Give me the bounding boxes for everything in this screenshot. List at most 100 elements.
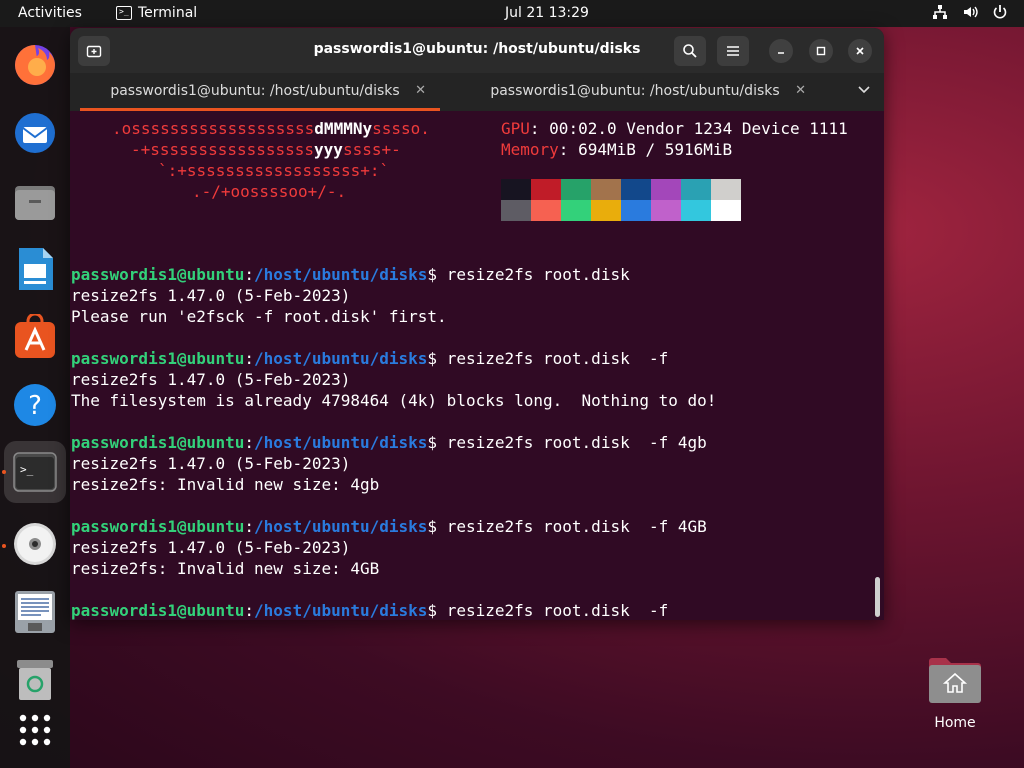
command-text: resize2fs root.disk -f 4GB: [446, 517, 707, 536]
prompt-symbol: $: [427, 265, 447, 284]
dock-files[interactable]: [10, 176, 60, 226]
files-icon: [15, 186, 55, 220]
prompt-separator: :: [244, 349, 255, 368]
prompt-path: /host/ubuntu/disks: [254, 517, 428, 536]
palette-swatch: [561, 200, 591, 221]
dock-firefox[interactable]: [10, 40, 60, 90]
search-button[interactable]: [674, 36, 706, 66]
minimize-button[interactable]: [769, 39, 793, 63]
help-icon: ?: [14, 384, 56, 426]
clock[interactable]: Jul 21 13:29: [0, 5, 1024, 21]
prompt-user: passwordis1@ubuntu: [71, 349, 245, 368]
palette-swatch: [711, 179, 741, 200]
dock-text-editor[interactable]: [10, 587, 60, 637]
dock-show-apps[interactable]: [10, 705, 60, 755]
prompt-line: passwordis1@ubuntu:/host/ubuntu/disks$ r…: [71, 265, 630, 285]
prompt-separator: :: [244, 433, 255, 452]
palette-swatch: [621, 179, 651, 200]
palette-swatch: [711, 200, 741, 221]
neofetch-logo-line: .osssssssssssssssssssdMMMNysssso.: [112, 119, 430, 138]
top-bar: Activities >_ Terminal Jul 21 13:29: [0, 0, 1024, 27]
prompt-path: /host/ubuntu/disks: [254, 601, 428, 620]
disc-icon: [14, 523, 56, 565]
terminal-window[interactable]: passwordis1@ubuntu: /host/ubuntu/disks p…: [70, 28, 884, 620]
palette-swatch: [561, 179, 591, 200]
palette-swatch: [681, 179, 711, 200]
hamburger-menu-icon: [727, 46, 739, 56]
dock: ? >_: [0, 27, 70, 768]
dock-terminal[interactable]: >_: [4, 441, 66, 503]
prompt-separator: :: [244, 601, 255, 620]
neofetch-logo-line: `:+ssssssssssssssssss+:`: [158, 161, 390, 180]
prompt-user: passwordis1@ubuntu: [71, 265, 245, 284]
firefox-icon: [15, 45, 55, 85]
tab-1[interactable]: passwordis1@ubuntu: /host/ubuntu/disks ✕: [70, 73, 440, 111]
palette-swatch: [591, 200, 621, 221]
output-line: resize2fs 1.47.0 (5-Feb-2023): [71, 538, 351, 557]
palette-swatch: [651, 179, 681, 200]
command-text: resize2fs root.disk -f 4gb: [446, 433, 707, 452]
prompt-line: passwordis1@ubuntu:/host/ubuntu/disks$ r…: [71, 433, 707, 453]
close-icon: [856, 47, 864, 55]
prompt-path: /host/ubuntu/disks: [254, 349, 428, 368]
dock-trash[interactable]: [10, 655, 60, 705]
close-tab-icon[interactable]: ✕: [415, 83, 426, 98]
output-line: resize2fs: Invalid new size: 4GB: [71, 559, 380, 578]
prompt-symbol: $: [427, 601, 447, 620]
title-bar[interactable]: passwordis1@ubuntu: /host/ubuntu/disks: [70, 28, 884, 73]
output-line: Please run 'e2fsck -f root.disk' first.: [71, 307, 447, 326]
volume-icon: [964, 6, 978, 18]
close-window-button[interactable]: [848, 39, 872, 63]
prompt-line: passwordis1@ubuntu:/host/ubuntu/disks$ r…: [71, 517, 707, 537]
show-apps-icon: [19, 714, 51, 746]
svg-text:?: ?: [28, 391, 42, 421]
system-tray[interactable]: [932, 4, 1008, 20]
tab-2[interactable]: passwordis1@ubuntu: /host/ubuntu/disks ✕: [450, 73, 820, 111]
prompt-user: passwordis1@ubuntu: [71, 433, 245, 452]
dock-help[interactable]: ?: [10, 380, 60, 430]
palette-swatch: [531, 179, 561, 200]
menu-button[interactable]: [717, 36, 749, 66]
prompt-path: /host/ubuntu/disks: [254, 433, 428, 452]
scrollbar-thumb[interactable]: [875, 577, 880, 617]
neofetch-logo-line: .-/+oossssoo+/-.: [192, 182, 347, 201]
libreoffice-writer-icon: [19, 248, 53, 290]
dock-thunderbird[interactable]: [10, 108, 60, 158]
tab-label: passwordis1@ubuntu: /host/ubuntu/disks: [490, 83, 780, 99]
command-text: resize2fs root.disk -f: [446, 601, 669, 620]
tab-label: passwordis1@ubuntu: /host/ubuntu/disks: [110, 83, 400, 99]
prompt-line: passwordis1@ubuntu:/host/ubuntu/disks$ r…: [71, 601, 668, 620]
output-line: The filesystem is already 4798464 (4k) b…: [71, 391, 717, 410]
desktop-home-folder[interactable]: Home: [920, 655, 990, 731]
prompt-separator: :: [244, 265, 255, 284]
text-editor-icon: [15, 591, 55, 633]
thunderbird-icon: [15, 113, 55, 153]
close-tab-icon[interactable]: ✕: [795, 83, 806, 98]
window-title: passwordis1@ubuntu: /host/ubuntu/disks: [313, 41, 641, 57]
terminal-content[interactable]: .osssssssssssssssssssdMMMNysssso. -+ssss…: [70, 111, 884, 620]
output-line: resize2fs 1.47.0 (5-Feb-2023): [71, 370, 351, 389]
output-line: resize2fs: Invalid new size: 4gb: [71, 475, 380, 494]
maximize-button[interactable]: [809, 39, 833, 63]
prompt-symbol: $: [427, 349, 447, 368]
trash-icon: [17, 660, 53, 700]
command-text: resize2fs root.disk -f: [446, 349, 669, 368]
tab-list-chevron-down-icon[interactable]: [858, 83, 870, 97]
prompt-path: /host/ubuntu/disks: [254, 265, 428, 284]
svg-text:>_: >_: [20, 463, 34, 476]
palette-swatch: [681, 200, 711, 221]
dock-writer[interactable]: [10, 244, 60, 294]
dock-disc[interactable]: [10, 519, 60, 569]
minimize-icon: [778, 52, 784, 54]
app-center-icon: [15, 314, 55, 358]
neofetch-info-gpu: GPU: 00:02.0 Vendor 1234 Device 1111: [501, 119, 848, 138]
dock-app-center[interactable]: [10, 312, 60, 362]
palette-swatch: [501, 179, 531, 200]
palette-swatch: [621, 200, 651, 221]
prompt-separator: :: [244, 517, 255, 536]
output-line: resize2fs 1.47.0 (5-Feb-2023): [71, 286, 351, 305]
neofetch-info-memory: Memory: 694MiB / 5916MiB: [501, 140, 733, 159]
tab-bar: passwordis1@ubuntu: /host/ubuntu/disks ✕…: [70, 73, 884, 111]
home-folder-icon: [927, 655, 983, 703]
network-icon: [933, 5, 947, 19]
